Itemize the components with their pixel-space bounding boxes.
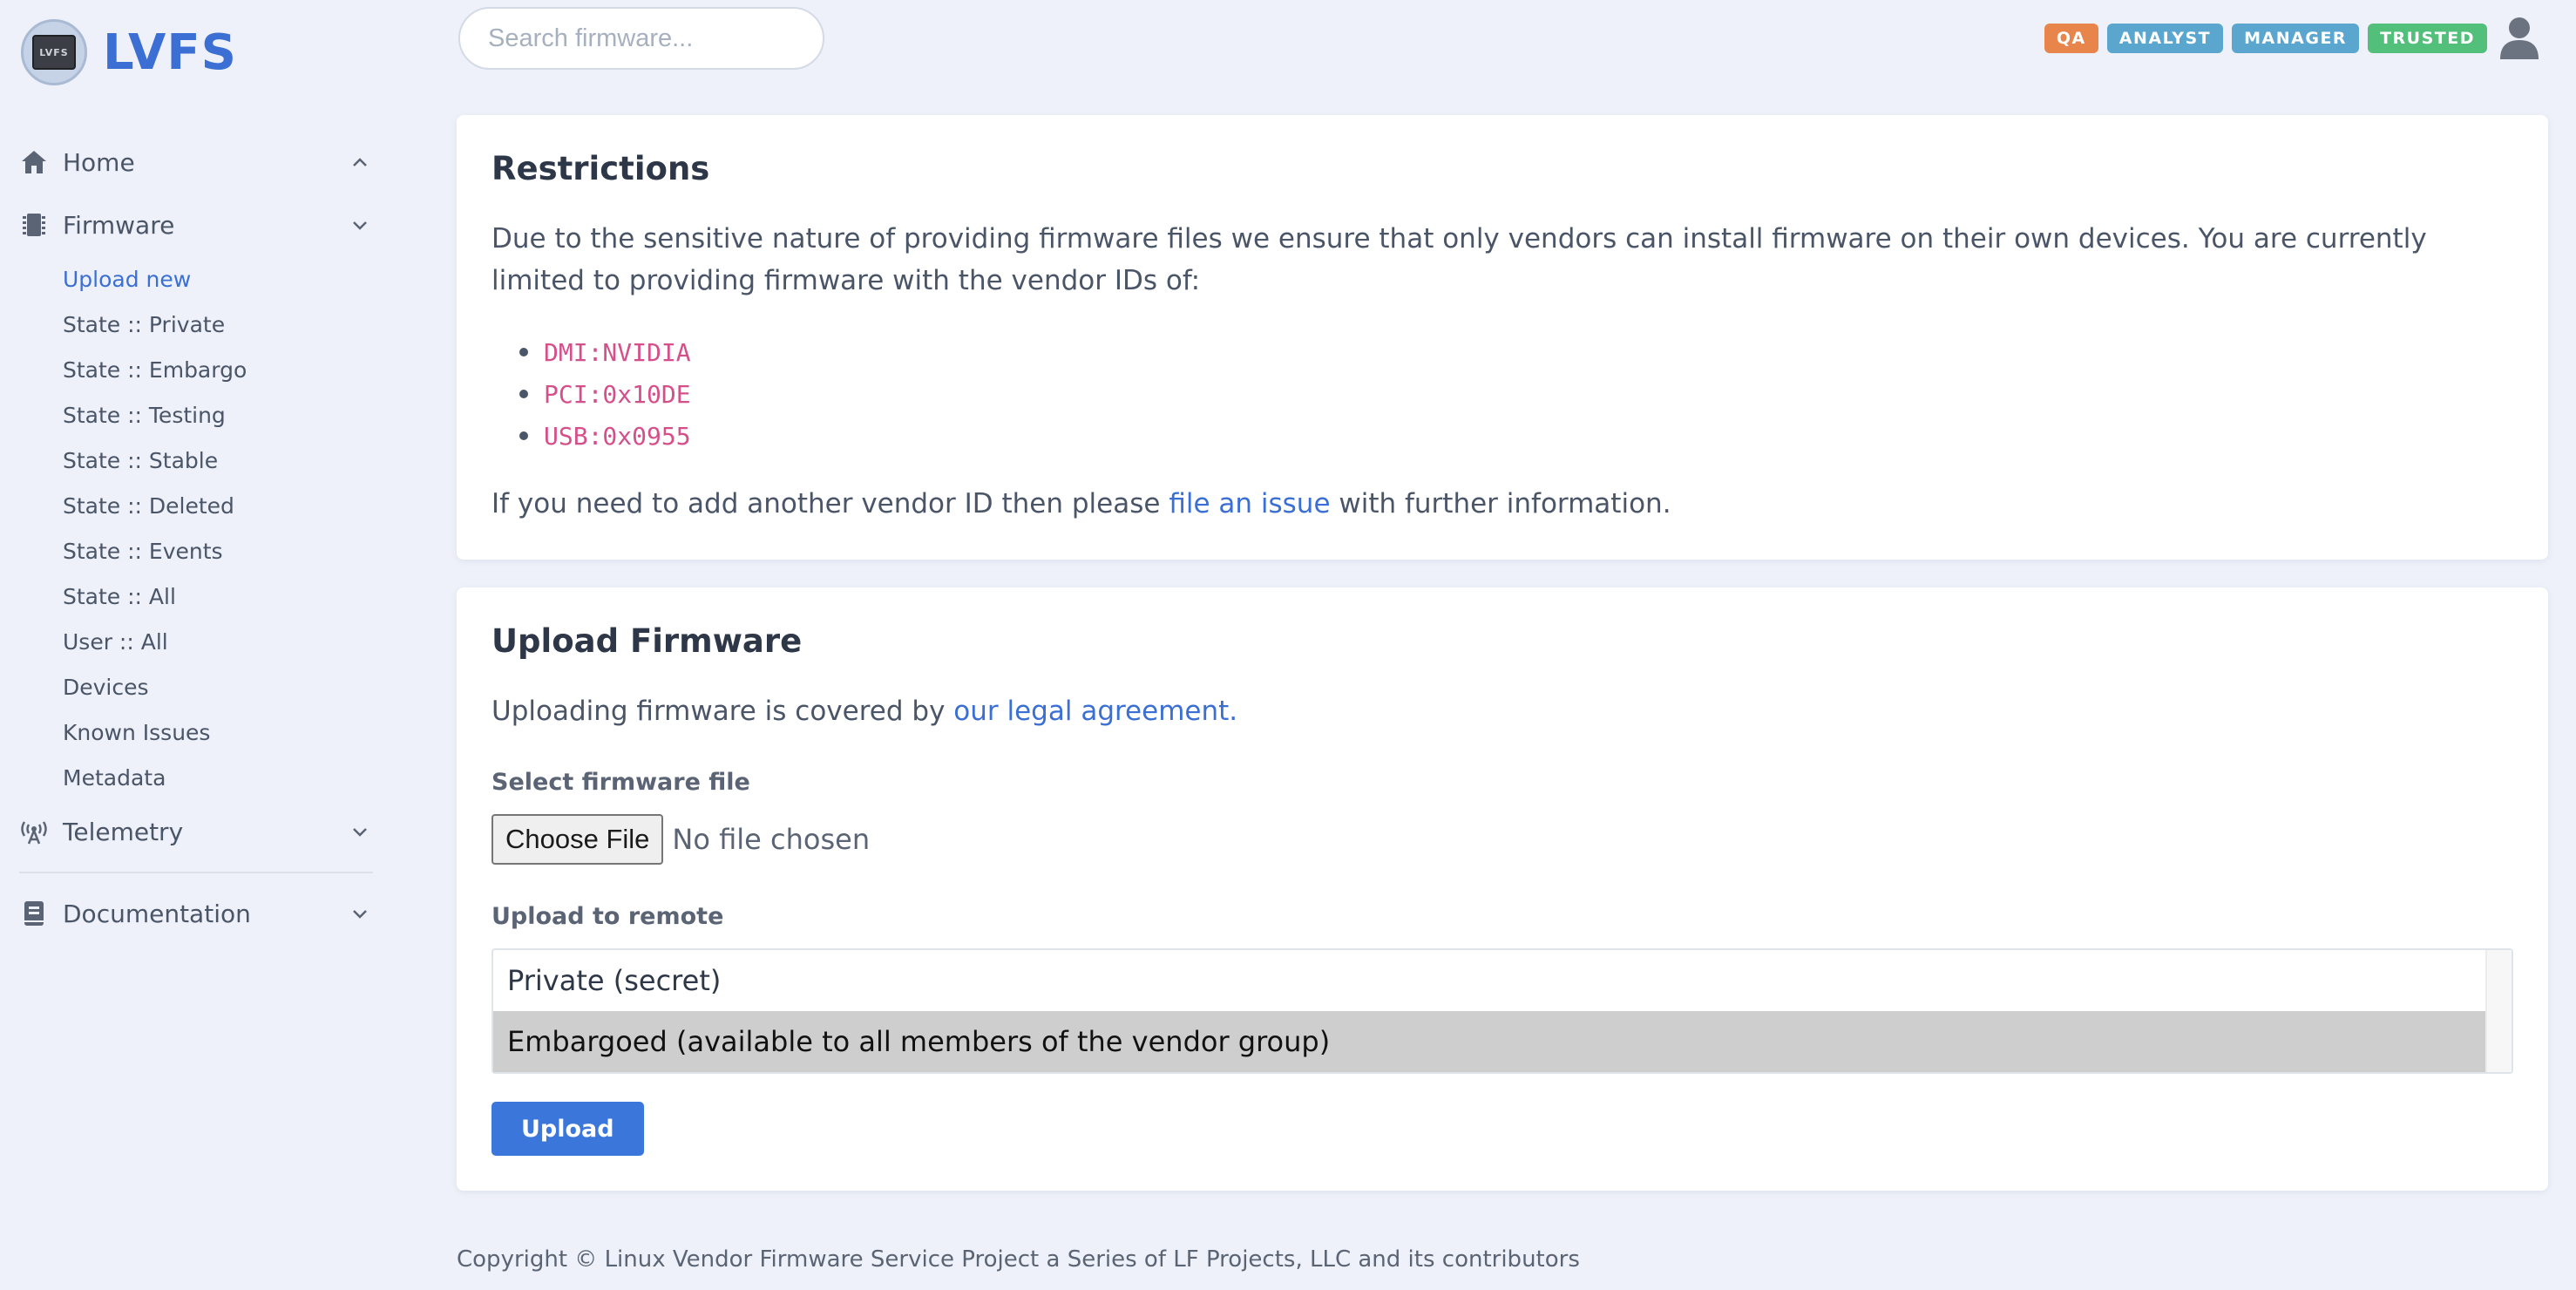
file-input[interactable]: Choose File No file chosen bbox=[491, 814, 870, 865]
restrictions-footer: If you need to add another vendor ID the… bbox=[491, 483, 1671, 525]
restrictions-footer-pre: If you need to add another vendor ID the… bbox=[491, 488, 1169, 519]
sidebar-item-known-issues[interactable]: Known Issues bbox=[63, 710, 392, 755]
restrictions-text: Due to the sensitive nature of providing… bbox=[491, 223, 2427, 296]
brand[interactable]: LVFS LVFS bbox=[21, 19, 237, 85]
sidebar-item-documentation[interactable]: Documentation bbox=[0, 882, 392, 945]
sidebar-nav: Home Firmware Upload new State:: Privat… bbox=[0, 131, 392, 945]
chevron-down-icon[interactable] bbox=[350, 904, 369, 923]
role-badges: QA ANALYST MANAGER TRUSTED bbox=[2036, 16, 2541, 61]
lvfs-logo: LVFS bbox=[21, 19, 87, 85]
badge-analyst: ANALYST bbox=[2106, 24, 2224, 53]
chevron-up-icon[interactable] bbox=[350, 153, 369, 172]
sidebar-item-state-stable[interactable]: State :: Stable bbox=[63, 438, 392, 483]
badge-qa: QA bbox=[2044, 24, 2098, 53]
restrictions-title: Restrictions bbox=[491, 150, 710, 187]
sidebar-item-upload-new[interactable]: Upload new bbox=[63, 256, 392, 302]
antenna-icon bbox=[19, 817, 49, 846]
vendor-id: USB:0x0955 bbox=[544, 421, 691, 451]
vendor-id: DMI:NVIDIA bbox=[544, 337, 691, 367]
vendor-id: PCI:0x10DE bbox=[544, 379, 691, 409]
sidebar-item-metadata[interactable]: Metadata bbox=[63, 755, 392, 800]
chip-icon bbox=[19, 210, 49, 240]
upload-legal-text: Uploading firmware is covered by our leg… bbox=[491, 690, 1237, 732]
upload-legal-pre: Uploading firmware is covered by bbox=[491, 696, 954, 727]
list-item: PCI:0x10DE bbox=[519, 373, 691, 415]
book-icon bbox=[19, 899, 49, 928]
restrictions-footer-post: with further information. bbox=[1330, 488, 1671, 519]
sidebar-item-user-all[interactable]: User :: All bbox=[63, 619, 392, 664]
sidebar-item-state-testing[interactable]: State :: Testing bbox=[63, 392, 392, 438]
home-icon bbox=[19, 147, 49, 177]
upload-button[interactable]: Upload bbox=[491, 1102, 644, 1156]
sidebar-item-devices[interactable]: Devices bbox=[63, 664, 392, 710]
sidebar-item-state-embargo[interactable]: State :: Embargo bbox=[63, 347, 392, 392]
brand-logo-text: LVFS bbox=[32, 35, 76, 70]
remote-option-private[interactable]: Private (secret) bbox=[493, 950, 2487, 1011]
brand-name: LVFS bbox=[103, 24, 237, 81]
remote-select[interactable]: Private (secret) Embargoed (available to… bbox=[491, 948, 2513, 1074]
sidebar-item-state-all[interactable]: State :: All bbox=[63, 574, 392, 619]
upload-card: Upload Firmware Uploading firmware is co… bbox=[457, 587, 2548, 1191]
legal-agreement-link[interactable]: our legal agreement. bbox=[953, 696, 1237, 727]
sidebar-item-label: Firmware bbox=[63, 210, 175, 240]
upload-title: Upload Firmware bbox=[491, 622, 803, 660]
list-item: DMI:NVIDIA bbox=[519, 331, 691, 373]
file-status: No file chosen bbox=[672, 823, 871, 856]
bullet bbox=[519, 348, 528, 356]
chevron-down-icon[interactable] bbox=[350, 215, 369, 234]
sidebar-item-telemetry[interactable]: Telemetry bbox=[0, 800, 392, 863]
firmware-subnav: Upload new State :: Private State :: Emb… bbox=[0, 256, 392, 800]
sidebar-item-state-private[interactable]: State :: Private bbox=[63, 302, 392, 347]
sidebar-divider bbox=[19, 872, 373, 873]
restrictions-card: Restrictions Due to the sensitive nature… bbox=[457, 115, 2548, 560]
select-scrollbar[interactable] bbox=[2485, 950, 2512, 1072]
sidebar-item-label: Telemetry bbox=[63, 817, 184, 846]
user-avatar-icon[interactable] bbox=[2498, 16, 2541, 61]
badge-manager: MANAGER bbox=[2232, 24, 2360, 53]
bullet bbox=[519, 431, 528, 440]
badge-trusted: TRUSTED bbox=[2368, 24, 2487, 53]
choose-file-button[interactable]: Choose File bbox=[491, 814, 664, 865]
footer-copyright: Copyright © Linux Vendor Firmware Servic… bbox=[457, 1246, 1580, 1273]
sidebar: LVFS LVFS Home Firmware Upload new State… bbox=[0, 0, 392, 1290]
chevron-down-icon[interactable] bbox=[350, 822, 369, 841]
sidebar-item-firmware[interactable]: Firmware bbox=[0, 194, 392, 256]
sidebar-item-state-events[interactable]: State :: Events bbox=[63, 528, 392, 574]
sidebar-item-state-deleted[interactable]: State :: Deleted bbox=[63, 483, 392, 528]
list-item: USB:0x0955 bbox=[519, 415, 691, 457]
bullet bbox=[519, 390, 528, 398]
sidebar-item-label: Home bbox=[63, 147, 135, 177]
sidebar-item-label: Documentation bbox=[63, 899, 251, 928]
vendor-id-list: DMI:NVIDIA PCI:0x10DE USB:0x0955 bbox=[519, 331, 691, 457]
file-issue-link[interactable]: file an issue bbox=[1169, 488, 1330, 519]
sidebar-item-home[interactable]: Home bbox=[0, 131, 392, 194]
search-input[interactable] bbox=[458, 7, 824, 70]
remote-label: Upload to remote bbox=[491, 903, 724, 930]
remote-option-embargoed[interactable]: Embargoed (available to all members of t… bbox=[493, 1011, 2487, 1072]
file-label: Select firmware file bbox=[491, 769, 750, 796]
